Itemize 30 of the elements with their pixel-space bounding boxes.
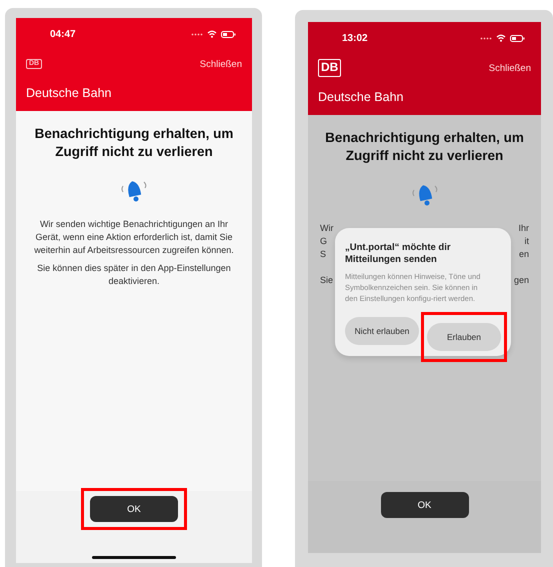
page-heading: Benachrichtigung erhalten, um Zugriff nicht zu verlieren xyxy=(324,129,525,164)
covered-text: gen xyxy=(514,274,529,288)
covered-text: G xyxy=(320,234,328,248)
page-heading: Benachrichtigung erhalten, um Zugriff nicht zu verlieren xyxy=(34,125,234,160)
close-link[interactable]: Schließen xyxy=(488,62,531,74)
battery-icon xyxy=(510,34,525,42)
status-time: 04:47 xyxy=(50,28,76,40)
description-text: Sie können dies später in den App-Einstellungen deaktivieren. xyxy=(36,262,232,288)
description-text: Wir senden wichtige Benachrichtigungen an Ihr Gerät, wenn eine Aktion erforderlich ist, damit Sie weiterhin auf Arbeitsressourcen zugreifen können. xyxy=(34,218,234,256)
ok-button[interactable]: OK xyxy=(90,496,178,522)
app-title: Deutsche Bahn xyxy=(318,89,404,104)
wifi-icon xyxy=(207,30,217,38)
covered-text: S xyxy=(320,248,326,260)
close-link[interactable]: Schließen xyxy=(200,58,242,70)
covered-text: Wir xyxy=(320,222,334,235)
signal-dots-icon xyxy=(480,36,492,40)
ok-button[interactable]: OK xyxy=(380,492,468,518)
signal-dots-icon xyxy=(191,32,203,36)
battery-icon xyxy=(221,30,236,38)
app-title: Deutsche Bahn xyxy=(26,85,112,100)
dialog-button[interactable]: Nicht erlauben xyxy=(345,317,419,346)
covered-text: Ihr xyxy=(518,222,529,235)
covered-text: en xyxy=(518,248,529,260)
dialog-button[interactable]: Erlauben xyxy=(427,323,501,352)
wifi-icon xyxy=(496,34,506,42)
dialog-title: „Unt.portal“ möchte dir Mitteilungen senden xyxy=(345,242,452,267)
covered-text: it xyxy=(524,234,529,248)
db-logo: DB xyxy=(318,59,342,77)
status-time: 13:02 xyxy=(342,32,368,44)
covered-text: Sie xyxy=(320,274,334,288)
